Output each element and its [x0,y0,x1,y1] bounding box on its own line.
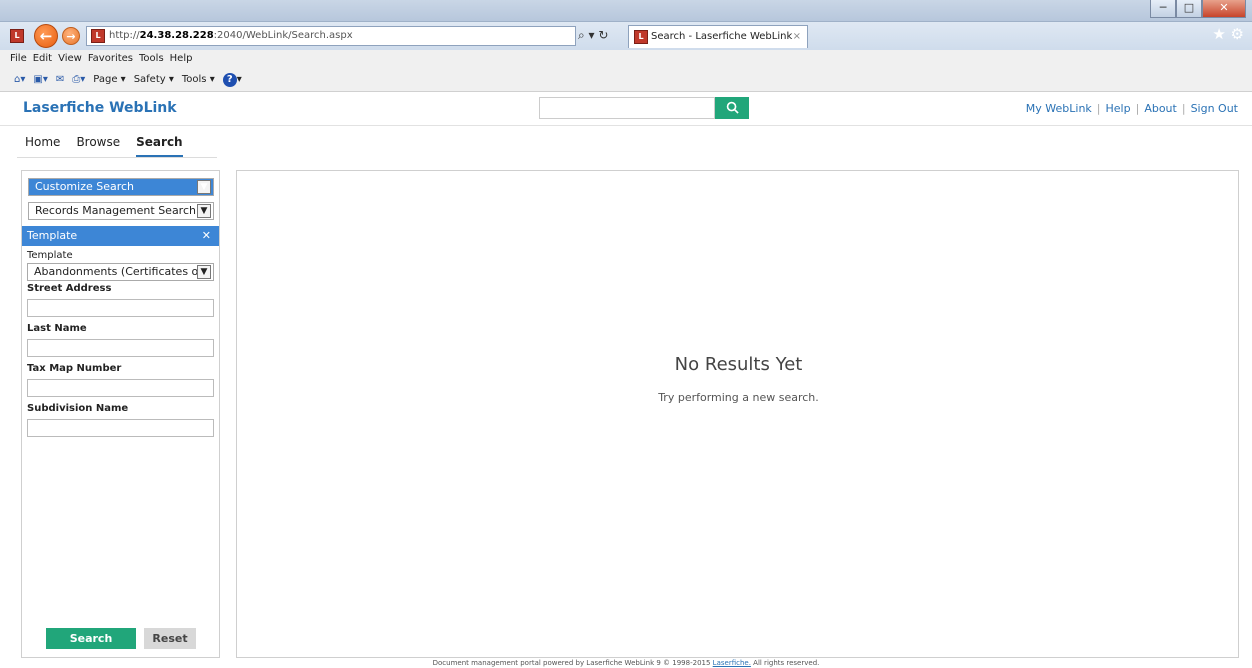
about-link[interactable]: About [1144,102,1177,115]
search-panel: Customize Search ▼ Records Management Se… [21,170,220,658]
sub-navigation: Home Browse Search [17,128,217,158]
template-label: Template [27,250,73,261]
top-links: My WebLink | Help | About | Sign Out [1026,102,1238,115]
app-logo[interactable]: Laserfiche WebLink [23,100,177,116]
menu-edit[interactable]: Edit [33,50,52,68]
home-icon[interactable]: ⌂▾ [14,74,25,85]
mail-icon[interactable]: ✉ [56,74,64,85]
sign-out-link[interactable]: Sign Out [1191,102,1238,115]
reset-button[interactable]: Reset [144,628,196,649]
app-header: Laserfiche WebLink My WebLink | Help | About… [0,92,1252,126]
tab-close-icon[interactable]: × [793,26,801,47]
help-icon[interactable]: ? ▾ [222,72,242,87]
laserfiche-link[interactable]: Laserfiche. [713,659,751,667]
maximize-button[interactable]: □ [1176,0,1202,18]
favorites-settings-icons[interactable]: ★ ⚙ [1212,25,1244,43]
results-pane: No Results Yet Try performing a new sear… [236,170,1239,658]
menu-view[interactable]: View [58,50,82,68]
tab-title: Search - Laserfiche WebLink [651,31,793,42]
tab-browse[interactable]: Browse [76,128,120,157]
address-bar[interactable]: L http://24.38.28.228:2040/WebLink/Searc… [86,26,576,46]
template-header-label: Template [27,229,78,242]
separator: | [1096,102,1101,115]
close-window-button[interactable]: ✕ [1202,0,1246,18]
street-address-label: Street Address [27,283,112,294]
subdivision-name-field[interactable] [27,419,214,437]
quick-search-button[interactable] [715,97,749,119]
feeds-icon[interactable]: ▣▾ [33,74,47,85]
customize-search-select[interactable]: Customize Search ▼ [28,178,214,196]
laserfiche-favicon-icon: L [10,29,24,43]
site-favicon-icon: L [91,29,105,43]
search-icon [726,101,739,114]
tab-favicon-icon: L [634,30,648,44]
forward-button[interactable]: → [62,27,80,45]
address-path: :2040/WebLink/Search.aspx [213,30,353,41]
customize-search-value: Customize Search [35,180,135,193]
page-footer: Document management portal powered by La… [0,659,1252,667]
tab-home[interactable]: Home [25,128,60,157]
my-weblink-link[interactable]: My WebLink [1026,102,1092,115]
window-controls: ─ □ ✕ [1150,0,1246,18]
last-name-label: Last Name [27,323,87,334]
menu-file[interactable]: File [10,50,27,68]
chevron-down-icon: ▼ [197,180,211,194]
safety-menu[interactable]: Safety ▾ [134,74,174,85]
tax-map-number-field[interactable] [27,379,214,397]
print-icon[interactable]: ⎙▾ [72,74,85,85]
command-bar: ⌂▾ ▣▾ ✉ ⎙▾ Page ▾ Safety ▾ Tools ▾ ? ▾ [0,68,1252,92]
quick-search-input[interactable] [539,97,715,119]
browser-tab[interactable]: L Search - Laserfiche WebLink × [628,25,808,48]
footer-text: Document management portal powered by La… [432,659,711,667]
help-link[interactable]: Help [1106,102,1131,115]
subdivision-name-label: Subdivision Name [27,403,129,414]
search-type-select[interactable]: Records Management Search ▼ [28,202,214,220]
search-button[interactable]: Search [46,628,136,649]
tab-search[interactable]: Search [136,128,183,157]
chevron-down-icon: ▼ [197,204,211,218]
no-results-message: Try performing a new search. [658,391,819,404]
street-address-field[interactable] [27,299,214,317]
browser-address-row: L ← → L http://24.38.28.228:2040/WebLink… [0,22,1252,50]
separator: | [1135,102,1140,115]
tools-menu[interactable]: Tools ▾ [182,74,215,85]
last-name-field[interactable] [27,339,214,357]
menu-bar: File Edit View Favorites Tools Help [0,50,1252,68]
footer-suffix: All rights reserved. [753,659,820,667]
template-select[interactable]: Abandonments (Certificates of) ▼ [27,263,214,281]
no-results-heading: No Results Yet [674,354,803,375]
address-host: 24.38.28.228 [139,30,214,41]
menu-help[interactable]: Help [170,50,193,68]
tax-map-number-label: Tax Map Number [27,363,122,374]
menu-tools[interactable]: Tools [139,50,164,68]
page-menu[interactable]: Page ▾ [93,74,125,85]
browser-title-bar: ─ □ ✕ [0,0,1252,22]
address-prefix: http:// [109,30,140,41]
menu-favorites[interactable]: Favorites [88,50,133,68]
close-icon[interactable]: ✕ [202,226,211,246]
search-refresh-controls[interactable]: ⌕ ▾ ↻ [578,28,608,43]
template-select-value: Abandonments (Certificates of) [34,265,207,278]
separator: | [1181,102,1186,115]
minimize-button[interactable]: ─ [1150,0,1176,18]
back-button[interactable]: ← [34,24,58,48]
template-section-header: Template ✕ [22,226,219,246]
search-type-value: Records Management Search [35,204,196,217]
chevron-down-icon: ▼ [197,265,211,279]
